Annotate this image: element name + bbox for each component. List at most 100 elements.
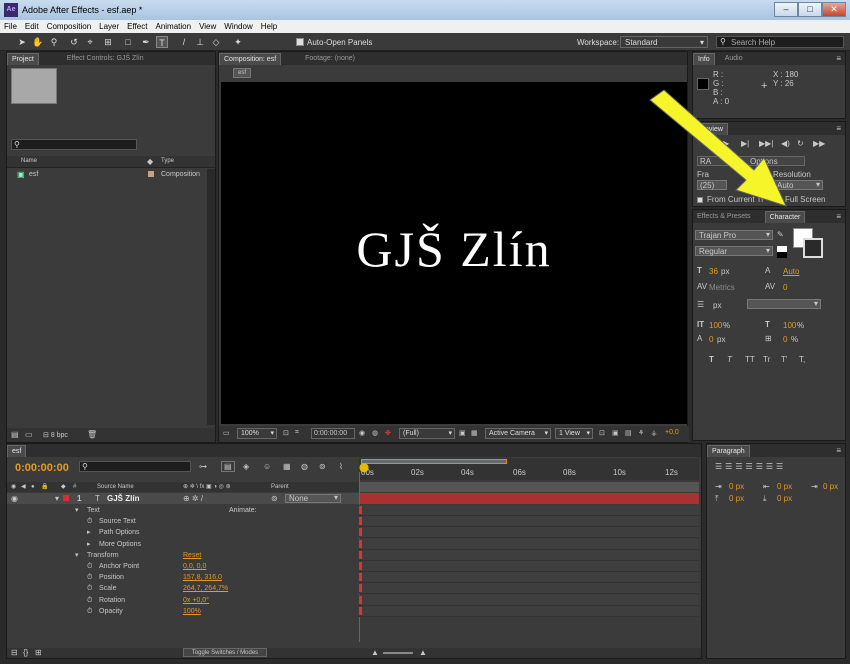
property-row[interactable]: ⏱ Source Text [7,516,359,527]
rectangle-tool-icon[interactable]: □ [122,36,134,48]
tab-audio[interactable]: Audio [721,53,747,65]
search-help-input[interactable]: ⚲ Search Help [716,36,844,48]
project-search-input[interactable]: ⚲ [11,139,137,150]
parent-header[interactable]: Parent [271,482,289,492]
menu-animation[interactable]: Animation [151,22,195,31]
work-area-bar[interactable] [361,459,507,464]
paragraph-align-icons[interactable]: ☰☰☰☰☰☰☰ [715,462,786,471]
property-row[interactable]: ▾ Text Animate: [7,505,359,516]
region-of-interest-icon[interactable]: ▣ [459,429,466,437]
puppet-tool-icon[interactable]: ✦ [232,36,244,48]
font-style-dropdown[interactable]: Regular ▾ [695,246,773,256]
panel-menu-icon[interactable]: ≡ [836,124,841,133]
property-twirl-icon[interactable]: ▾ [75,550,79,561]
comp-button-icon[interactable]: ⊟ [11,648,18,657]
always-preview-icon[interactable]: ▭ [223,429,230,437]
baseline-shift-value[interactable]: 0 [709,335,713,344]
property-value[interactable]: Reset [183,550,201,561]
layer-duration-bar[interactable] [359,493,699,504]
auto-open-panels-checkbox[interactable] [296,37,304,46]
hide-shy-layers-icon[interactable]: ☺ [263,462,271,471]
eyedropper-icon[interactable]: ✎ [777,230,784,239]
flowchart-icon[interactable]: ⚘ [638,429,644,437]
tab-info[interactable]: Info [693,53,715,65]
tab-composition-esf[interactable]: Composition: esf [219,53,282,65]
keyframe-lane[interactable] [359,549,699,561]
property-twirl-icon[interactable]: ⏱ [87,606,92,617]
comp-viewer[interactable]: GJŠ Zlín [221,82,687,424]
property-twirl-icon[interactable]: ⏱ [87,583,92,594]
magnification-dropdown[interactable]: 100% ▾ [237,428,277,439]
tracking-value[interactable]: 0 [783,283,787,292]
timeline-search-input[interactable]: ⚲ [79,461,191,472]
menu-layer[interactable]: Layer [95,22,123,31]
expand-pane-icon[interactable]: {} [23,648,28,657]
subscript-button[interactable]: T, [799,355,805,364]
graph-editor-icon[interactable]: ⌇ [339,462,343,471]
project-item-row[interactable]: ▣ esf Composition [7,169,207,180]
rotation-tool-icon[interactable]: ↺ [68,36,80,48]
show-snapshot-icon[interactable]: ◍ [372,429,378,437]
color-depth-button[interactable]: ⊟ 8 bpc [43,431,68,439]
mask-visibility-icon[interactable]: ⌗ [295,429,299,437]
resolution-dropdown[interactable]: (Full) ▾ [399,428,455,439]
fast-previews-icon[interactable]: ▣ [612,429,619,437]
animate-menu[interactable]: Animate: [229,505,257,516]
property-row[interactable]: ▸ Path Options [7,527,359,538]
panel-menu-icon[interactable]: ≡ [836,54,841,63]
keyframe-lane[interactable] [359,527,699,539]
panel-menu-icon[interactable]: ≡ [836,446,841,455]
keyframe-lane[interactable] [359,538,699,550]
toggle-pixel-aspect-icon[interactable]: ⊡ [599,429,605,437]
keyframe-lane[interactable] [359,572,699,584]
keyframe-marker[interactable] [359,506,362,514]
brainstorm-icon[interactable]: ⊚ [319,462,326,471]
clone-stamp-tool-icon[interactable]: ⊥ [194,36,206,48]
camera-view-dropdown[interactable]: Active Camera ▾ [485,428,551,439]
exposure-value[interactable]: +0,0 [665,429,679,436]
property-row[interactable]: ⏱ Position 157,8, 316,0 [7,572,359,583]
menu-composition[interactable]: Composition [43,22,95,31]
property-twirl-icon[interactable]: ⏱ [87,572,92,583]
rgb-channel-icon[interactable]: ✤ [385,429,391,437]
snapshot-camera-icon[interactable]: ◉ [359,429,365,437]
tab-project[interactable]: Project [7,53,39,65]
workspace-dropdown[interactable]: Standard ▾ [620,36,708,48]
column-type-header[interactable]: Type [161,158,174,164]
parent-dropdown[interactable]: None ▾ [285,493,341,503]
keyframe-marker[interactable] [359,517,362,526]
property-twirl-icon[interactable]: ⏱ [87,561,92,572]
keyframe-lane[interactable] [359,594,699,606]
stroke-color-swatch[interactable] [803,238,823,258]
black-swatch[interactable] [777,252,787,258]
column-name-header[interactable]: Name [21,158,37,164]
pickwhip-icon[interactable]: ⊚ [271,494,278,503]
property-twirl-icon[interactable]: ▾ [75,505,79,516]
all-caps-button[interactable]: TT [745,355,755,364]
property-row[interactable]: ▾ Transform Reset [7,550,359,561]
property-row[interactable]: ⏱ Scale 264,7, 264,7% [7,583,359,594]
layer-row[interactable]: ◉ ▾ 1 T GJŠ Zlín ⊕ ✲ / ⊚ None ▾ [7,493,359,504]
toggle-switches-modes-button[interactable]: Toggle Switches / Modes [183,648,267,657]
current-time-indicator-icon[interactable]: ⬤ [359,462,369,473]
tsume-value[interactable]: 0 [783,335,787,344]
stroke-order-dropdown[interactable]: ▾ [747,299,821,309]
font-size-value[interactable]: 36 [709,267,718,276]
type-tool-icon[interactable]: T [156,36,168,48]
layer-label-color[interactable] [63,495,69,501]
comp-mini-flowchart-icon[interactable]: ⊶ [199,462,207,471]
space-after-value[interactable]: 0 px [777,494,792,503]
property-twirl-icon[interactable]: ⏱ [87,516,92,527]
property-twirl-icon[interactable]: ▸ [87,527,91,538]
keyframe-lane[interactable] [359,583,699,595]
keyframe-lane[interactable] [359,516,699,528]
keyframe-marker[interactable] [359,562,362,570]
indent-left-value[interactable]: 0 px [729,482,744,491]
new-folder-icon[interactable]: ▭ [25,430,33,439]
keyframe-lane[interactable] [359,505,699,516]
project-scrollbar[interactable] [207,169,215,425]
small-caps-button[interactable]: Tr [763,355,770,364]
layer-name[interactable]: GJŠ Zlín [107,494,139,503]
minimize-button[interactable]: – [774,2,798,17]
property-twirl-icon[interactable]: ▸ [87,539,91,550]
